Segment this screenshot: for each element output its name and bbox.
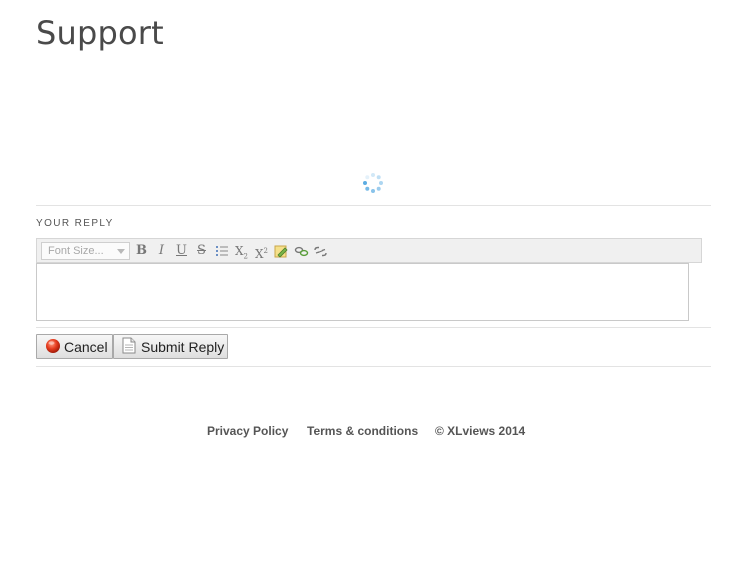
chevron-down-icon <box>117 249 125 254</box>
reply-label: YOUR REPLY <box>36 218 114 229</box>
bulleted-list-icon <box>215 246 228 256</box>
bulleted-list-button[interactable] <box>213 243 230 260</box>
privacy-policy-link[interactable]: Privacy Policy <box>207 424 288 438</box>
loading-spinner-icon <box>362 172 384 194</box>
cancel-button[interactable]: Cancel <box>36 334 113 359</box>
submit-reply-button[interactable]: Submit Reply <box>113 334 228 359</box>
reply-editor[interactable] <box>36 263 689 321</box>
superscript-label: X <box>254 247 264 261</box>
unlink-button[interactable] <box>312 243 329 260</box>
link-button[interactable] <box>293 243 310 260</box>
divider <box>36 205 711 206</box>
text-color-icon <box>274 245 288 258</box>
text-color-button[interactable] <box>273 243 290 260</box>
divider <box>36 327 711 328</box>
divider <box>36 366 711 367</box>
superscript-button[interactable]: X2 <box>253 243 270 261</box>
subscript-button[interactable]: X2 <box>233 243 250 260</box>
underline-button[interactable]: U <box>173 243 190 260</box>
editor-toolbar: Font Size... B I U S X2 X2 <box>36 238 702 263</box>
document-icon <box>122 337 136 361</box>
font-size-placeholder: Font Size... <box>48 245 104 257</box>
strikethrough-button[interactable]: S <box>193 243 210 260</box>
submit-reply-label: Submit Reply <box>141 339 225 355</box>
italic-button[interactable]: I <box>153 243 170 260</box>
superscript-mark: 2 <box>263 247 268 255</box>
link-icon <box>294 246 309 257</box>
page-title: Support <box>36 14 164 52</box>
font-size-select[interactable]: Font Size... <box>41 242 130 260</box>
unlink-icon <box>314 246 327 257</box>
subscript-mark: 2 <box>243 252 248 261</box>
subscript-label: X <box>234 244 244 258</box>
terms-link[interactable]: Terms & conditions <box>307 424 418 438</box>
cancel-icon <box>45 338 61 361</box>
cancel-label: Cancel <box>64 339 108 355</box>
bold-button[interactable]: B <box>133 243 150 260</box>
copyright: © XLviews 2014 <box>435 424 526 438</box>
